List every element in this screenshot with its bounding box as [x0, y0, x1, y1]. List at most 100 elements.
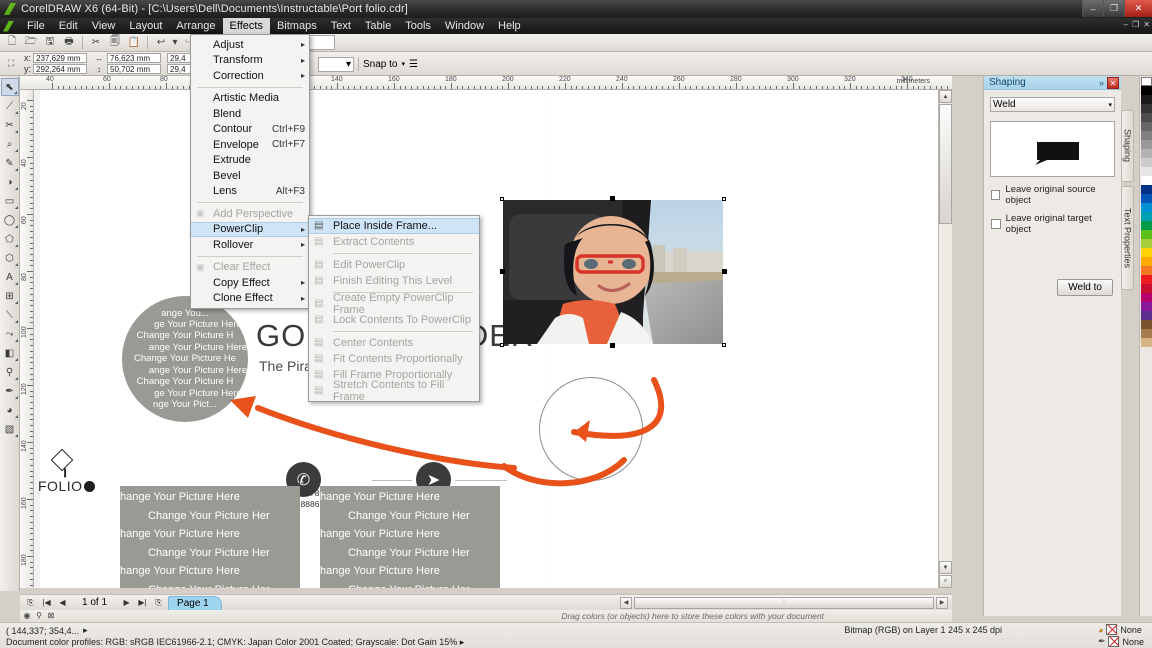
scroll-up-button[interactable]: ▲: [939, 90, 952, 103]
menu-item-artistic-media[interactable]: Artistic Media: [191, 91, 309, 107]
menu-item-extrude[interactable]: Extrude: [191, 153, 309, 169]
fill-row[interactable]: ◕ None: [1098, 624, 1144, 635]
menu-item-envelope[interactable]: Envelope Ctrl+F7: [191, 137, 309, 153]
menu-item-powerclip[interactable]: PowerClip ▸: [191, 221, 309, 237]
circle-photo-placeholder[interactable]: ange You... ge Your Picture Here Change Yo…: [122, 296, 248, 422]
paste-icon[interactable]: 📋: [125, 35, 143, 51]
tool-basic-shapes[interactable]: ⬡: [1, 249, 19, 267]
palette-swatch[interactable]: [1140, 293, 1152, 302]
docker-tab-shaping[interactable]: Shaping: [1121, 110, 1134, 182]
text-block-left[interactable]: hange Your Picture Here Change Your Pictu…: [120, 486, 300, 588]
leave-target-checkbox-row[interactable]: Leave original target object: [991, 213, 1115, 235]
tool-connector[interactable]: ⤳: [1, 325, 19, 343]
palette-swatch[interactable]: [1140, 248, 1152, 257]
menu-item-correction[interactable]: Correction ▸: [191, 68, 309, 84]
palette-swatch[interactable]: [1140, 203, 1152, 212]
hscroll-left-button[interactable]: ◀: [620, 596, 632, 609]
menu-item-lens[interactable]: Lens Alt+F3: [191, 184, 309, 200]
menu-text[interactable]: Text: [324, 18, 358, 34]
tool-blend[interactable]: ◧: [1, 344, 19, 362]
snap-to-button[interactable]: Snap to: [363, 59, 397, 70]
restore-button[interactable]: ❐: [1103, 0, 1124, 17]
chevron-down-icon[interactable]: ▾: [401, 60, 405, 68]
weld-to-button[interactable]: Weld to: [1057, 279, 1113, 296]
vertical-scrollbar[interactable]: ▲ ▼ ⌕: [938, 90, 952, 588]
menu-file[interactable]: File: [20, 18, 52, 34]
palette-swatch[interactable]: [1140, 239, 1152, 248]
leave-source-checkbox-row[interactable]: Leave original source object: [991, 184, 1115, 206]
palette-swatch[interactable]: [1140, 212, 1152, 221]
add-page-after-button[interactable]: ⎘: [152, 596, 165, 609]
selection-handle-s[interactable]: [610, 343, 615, 348]
cut-icon[interactable]: ✂: [87, 35, 105, 51]
palette-swatch[interactable]: [1140, 194, 1152, 203]
docker-tab-text-properties[interactable]: Text Properties: [1121, 186, 1134, 290]
palette-swatch[interactable]: [1140, 266, 1152, 275]
selection-handle-n[interactable]: [610, 196, 615, 201]
horizontal-ruler[interactable]: millimeters 4060801001201401601802002202…: [20, 76, 952, 90]
menu-effects[interactable]: Effects: [222, 18, 270, 34]
palette-swatch[interactable]: [1140, 338, 1152, 347]
add-page-before-button[interactable]: ⎘: [24, 596, 37, 609]
undo-dropdown-icon[interactable]: ▾: [171, 35, 179, 51]
drawing-canvas[interactable]: ange You... ge Your Picture Here Change Yo…: [34, 90, 952, 588]
palette-swatch-none[interactable]: [1140, 77, 1152, 86]
undo-icon[interactable]: ↩: [152, 35, 170, 51]
tool-fill[interactable]: ◕: [1, 401, 19, 419]
palette-swatch[interactable]: [1140, 158, 1152, 167]
palette-swatch[interactable]: [1140, 86, 1152, 95]
palette-swatch[interactable]: [1140, 221, 1152, 230]
leave-source-checkbox[interactable]: [991, 190, 1001, 200]
tool-text[interactable]: A: [1, 268, 19, 286]
palette-swatch[interactable]: [1140, 257, 1152, 266]
tool-outline[interactable]: ✒: [1, 382, 19, 400]
x-position-field[interactable]: 237,629 mm: [33, 53, 87, 63]
height-field[interactable]: 50,702 mm: [107, 64, 161, 74]
tool-eyedropper[interactable]: ⚲: [1, 363, 19, 381]
palette-swatch[interactable]: [1140, 284, 1152, 293]
tool-rectangle[interactable]: ▭: [1, 192, 19, 210]
unit-combo[interactable]: ▾: [318, 56, 354, 72]
minimize-button[interactable]: –: [1082, 0, 1103, 17]
menu-arrange[interactable]: Arrange: [169, 18, 222, 34]
width-field[interactable]: 76,623 mm: [107, 53, 161, 63]
menu-item-blend[interactable]: Blend: [191, 106, 309, 122]
print-icon[interactable]: 🖶: [60, 35, 78, 51]
submenu-item-place-inside-frame[interactable]: ▤ Place Inside Frame...: [309, 218, 479, 234]
docker-close-icon[interactable]: ✕: [1107, 77, 1119, 89]
palette-swatch[interactable]: [1140, 176, 1152, 185]
vertical-scroll-thumb[interactable]: [939, 104, 952, 224]
tool-zoom[interactable]: ⌕: [1, 135, 19, 153]
zoom-fit-button[interactable]: ⌕: [939, 575, 952, 588]
menu-item-adjust[interactable]: Adjust ▸: [191, 37, 309, 53]
menu-table[interactable]: Table: [358, 18, 398, 34]
scroll-down-button[interactable]: ▼: [939, 561, 952, 574]
close-button[interactable]: ✕: [1124, 0, 1152, 17]
selected-bitmap-photo[interactable]: [503, 200, 723, 344]
shaping-operation-combo[interactable]: Weld ▾: [990, 97, 1115, 112]
menu-layout[interactable]: Layout: [122, 18, 169, 34]
palette-swatch[interactable]: [1140, 320, 1152, 329]
hscroll-right-button[interactable]: ▶: [936, 596, 948, 609]
powerclip-submenu[interactable]: ▤ Place Inside Frame... ▤ Extract Contents ▤…: [308, 215, 480, 403]
palette-swatch[interactable]: [1140, 329, 1152, 338]
tool-dimension[interactable]: ⟍: [1, 306, 19, 324]
doc-restore-button[interactable]: ❐: [1132, 20, 1139, 29]
last-page-button[interactable]: ▶|: [136, 596, 149, 609]
menu-bitmaps[interactable]: Bitmaps: [270, 18, 324, 34]
folio-dot[interactable]: [84, 481, 95, 492]
palette-swatch[interactable]: [1140, 167, 1152, 176]
options-icon[interactable]: ☰: [409, 59, 418, 70]
palette-swatch[interactable]: [1140, 104, 1152, 113]
selection-handle-se[interactable]: [722, 343, 726, 347]
outline-row[interactable]: ✒ None: [1098, 636, 1144, 647]
palette-swatch[interactable]: [1140, 185, 1152, 194]
open-icon[interactable]: 🗁: [22, 35, 40, 51]
palette-swatch[interactable]: [1140, 230, 1152, 239]
text-block-right[interactable]: hange Your Picture Here Change Your Pictu…: [320, 486, 500, 588]
palette-swatch[interactable]: [1140, 311, 1152, 320]
next-page-button[interactable]: ▶: [120, 596, 133, 609]
menu-item-copy-effect[interactable]: Copy Effect ▸: [191, 275, 309, 291]
menu-tools[interactable]: Tools: [398, 18, 438, 34]
tool-smart-fill[interactable]: ◑: [1, 173, 19, 191]
